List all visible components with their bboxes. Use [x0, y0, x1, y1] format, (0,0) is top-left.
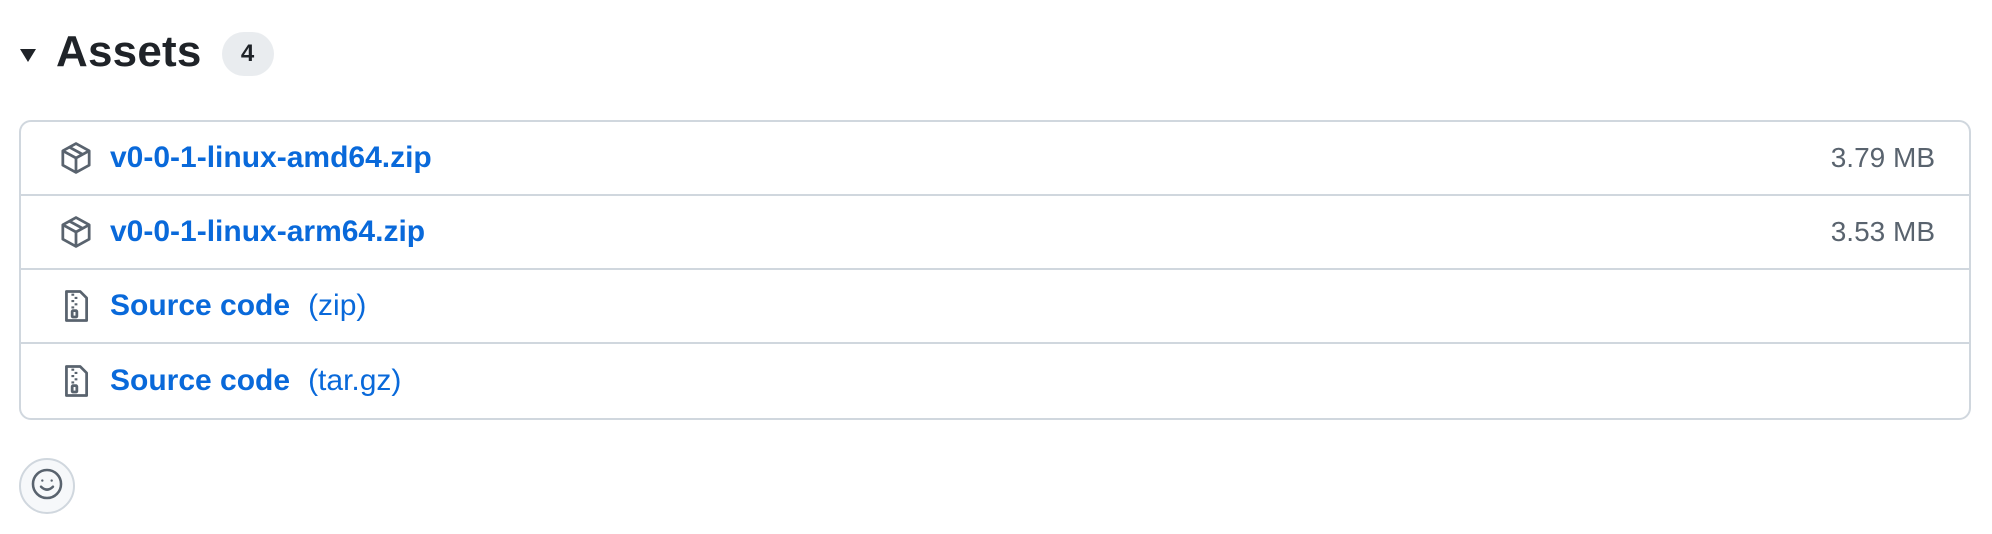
asset-row: Source code (tar.gz)	[21, 344, 1969, 418]
package-icon	[58, 140, 94, 176]
asset-format-label[interactable]: (tar.gz)	[308, 364, 401, 398]
asset-size: 3.79 MB	[1830, 142, 1935, 173]
add-reaction-button[interactable]	[19, 458, 75, 514]
assets-count-badge: 4	[221, 32, 274, 76]
file-zip-icon	[58, 288, 94, 324]
asset-row: v0-0-1-linux-amd64.zip 3.79 MB	[21, 122, 1969, 196]
asset-download-link[interactable]: v0-0-1-linux-amd64.zip	[110, 141, 432, 175]
package-icon	[58, 214, 94, 250]
asset-size: 3.53 MB	[1830, 216, 1935, 247]
asset-format-label[interactable]: (zip)	[308, 289, 366, 323]
file-zip-icon	[58, 363, 94, 399]
assets-title: Assets	[56, 27, 202, 76]
assets-toggle[interactable]: Assets 4	[20, 22, 274, 82]
release-assets-section: Assets 4 v0-0-1-linux-amd64.zip 3.79 MB	[0, 0, 1992, 534]
asset-row: Source code (zip)	[21, 270, 1969, 344]
asset-row: v0-0-1-linux-arm64.zip 3.53 MB	[21, 196, 1969, 270]
caret-down-icon	[20, 48, 36, 62]
source-code-zip-link[interactable]: Source code	[110, 289, 290, 323]
smiley-icon	[30, 467, 64, 506]
source-code-targz-link[interactable]: Source code	[110, 364, 290, 398]
asset-download-link[interactable]: v0-0-1-linux-arm64.zip	[110, 215, 425, 249]
assets-list: v0-0-1-linux-amd64.zip 3.79 MB v0-0-1-li…	[19, 120, 1971, 420]
